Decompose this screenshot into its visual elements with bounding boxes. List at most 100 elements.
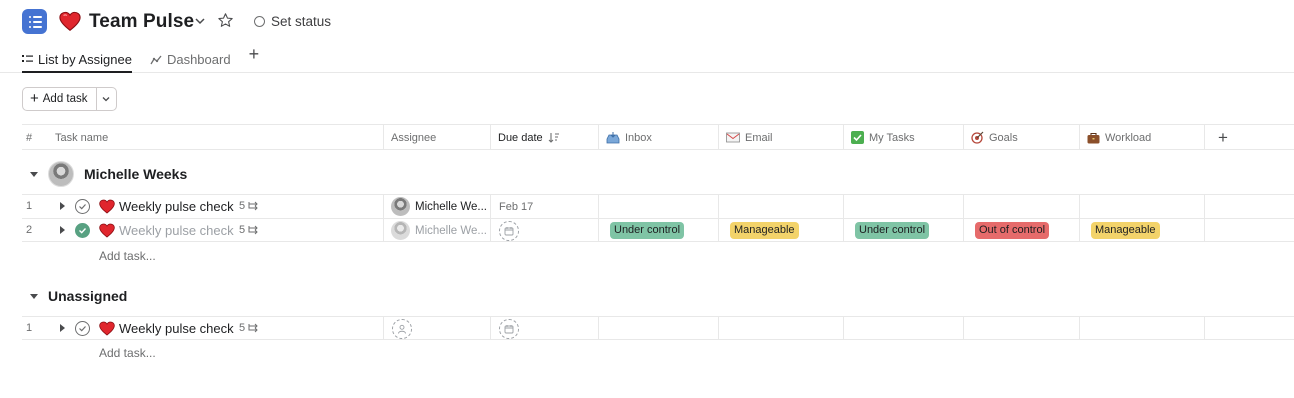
column-email[interactable]: Email: [718, 125, 843, 150]
subtask-icon: [248, 201, 258, 211]
expand-caret-icon[interactable]: [60, 324, 65, 332]
task-name[interactable]: Weekly pulse check: [119, 223, 234, 238]
calendar-icon[interactable]: [499, 318, 519, 339]
column-goals[interactable]: Goals: [963, 125, 1079, 150]
project-header: Team Pulse Set status List by Assignee D…: [0, 0, 1294, 73]
row-number: 2: [26, 224, 33, 236]
empty-cell: [1204, 219, 1294, 242]
column-workload-label: Workload: [1105, 131, 1152, 144]
checkmark-icon: [79, 326, 86, 332]
workload-cell[interactable]: [1079, 317, 1204, 340]
column-goals-label: Goals: [989, 131, 1018, 144]
tab-dashboard[interactable]: Dashboard: [150, 45, 231, 72]
expand-caret-icon[interactable]: [60, 202, 65, 210]
column-assignee[interactable]: Assignee: [383, 125, 490, 150]
my-tasks-cell[interactable]: Under control: [843, 219, 963, 242]
expand-caret-icon[interactable]: [60, 226, 65, 234]
add-tab-plus-icon[interactable]: +: [249, 45, 260, 63]
caret-down-icon[interactable]: [30, 171, 38, 177]
tab-list-by-assignee[interactable]: List by Assignee: [22, 45, 132, 73]
chevron-down-icon[interactable]: [193, 14, 207, 28]
workload-cell[interactable]: Manageable: [1079, 219, 1204, 242]
heart-icon: [99, 321, 115, 336]
set-status-button[interactable]: Set status: [254, 14, 331, 29]
email-cell[interactable]: [718, 317, 843, 340]
my-tasks-cell[interactable]: [843, 317, 963, 340]
add-task-button[interactable]: + Add task: [23, 88, 97, 110]
assignee-cell[interactable]: Michelle We...: [383, 219, 490, 242]
unassigned-person-icon[interactable]: [392, 318, 412, 339]
goals-cell[interactable]: [963, 195, 1079, 218]
table-row[interactable]: 1 Weekly pulse check 5: [22, 316, 1294, 340]
due-date-cell[interactable]: Feb 17: [490, 195, 598, 218]
inbox-cell[interactable]: [598, 195, 718, 218]
column-due-date[interactable]: Due date: [490, 125, 598, 150]
column-number: #: [22, 125, 48, 150]
email-cell[interactable]: [718, 195, 843, 218]
avatar: [48, 161, 74, 187]
checkmark-icon: [79, 228, 87, 234]
subtask-count[interactable]: 5: [239, 224, 260, 236]
goals-cell[interactable]: Out of control: [963, 219, 1079, 242]
complete-checkbox[interactable]: [75, 199, 90, 214]
complete-checkbox[interactable]: [75, 223, 90, 238]
table-row[interactable]: 2 Weekly pulse check 5 Michelle We... Un…: [22, 218, 1294, 242]
inbox-cell[interactable]: [598, 317, 718, 340]
caret-down-icon[interactable]: [30, 293, 38, 299]
complete-checkbox[interactable]: [75, 321, 90, 336]
due-date-cell[interactable]: [490, 317, 598, 340]
project-title[interactable]: Team Pulse: [89, 11, 194, 33]
workload-cell[interactable]: [1079, 195, 1204, 218]
status-pill: Manageable: [730, 222, 799, 239]
column-workload[interactable]: Workload: [1079, 125, 1204, 150]
inbox-cell[interactable]: Under control: [598, 219, 718, 242]
heart-icon: [59, 11, 81, 31]
column-my-tasks[interactable]: My Tasks: [843, 125, 963, 150]
add-task-label: Add task: [42, 93, 88, 105]
subtask-count[interactable]: 5: [239, 322, 260, 334]
add-task-link[interactable]: Add task...: [99, 346, 156, 360]
empty-cell: [1204, 317, 1294, 340]
heart-icon: [99, 199, 115, 214]
column-task-name[interactable]: Task name: [48, 125, 383, 150]
assignee-cell[interactable]: [383, 317, 490, 340]
status-circle-icon: [254, 16, 265, 27]
section-title: Unassigned: [48, 288, 128, 304]
table-row[interactable]: 1 Weekly pulse check 5 Michelle We... Fe…: [22, 194, 1294, 218]
assignee-cell[interactable]: Michelle We...: [383, 195, 490, 218]
add-column-plus-icon[interactable]: +: [1218, 128, 1228, 148]
subtask-count[interactable]: 5: [239, 200, 260, 212]
column-inbox-label: Inbox: [625, 131, 652, 144]
section-header-michelle-weeks[interactable]: Michelle Weeks: [22, 154, 187, 194]
task-name[interactable]: Weekly pulse check: [119, 199, 234, 214]
add-task-link[interactable]: Add task...: [99, 249, 156, 263]
goal-target-icon: [971, 131, 984, 144]
empty-cell: [1204, 195, 1294, 218]
my-tasks-cell[interactable]: [843, 195, 963, 218]
task-name[interactable]: Weekly pulse check: [119, 321, 234, 336]
dashboard-icon: [150, 55, 162, 64]
subtask-count-value: 5: [239, 224, 246, 236]
column-task-name-label: Task name: [55, 131, 109, 144]
email-cell[interactable]: Manageable: [718, 219, 843, 242]
add-task-dropdown[interactable]: [97, 88, 116, 110]
check-box-icon: [851, 131, 864, 144]
status-pill: Manageable: [1091, 222, 1160, 239]
status-pill: Under control: [610, 222, 685, 239]
briefcase-icon: [1087, 132, 1100, 143]
due-date-cell[interactable]: [490, 219, 598, 242]
column-number-label: #: [26, 131, 33, 144]
list-project-icon[interactable]: [22, 9, 47, 34]
sort-descending-icon[interactable]: [548, 132, 560, 144]
calendar-icon[interactable]: [499, 220, 519, 241]
row-number: 1: [26, 322, 33, 334]
star-icon[interactable]: [217, 12, 234, 29]
column-assignee-label: Assignee: [391, 131, 437, 144]
column-inbox[interactable]: Inbox: [598, 125, 718, 150]
assignee-name: Michelle We...: [415, 200, 488, 213]
goals-cell[interactable]: [963, 317, 1079, 340]
section-header-unassigned[interactable]: Unassigned: [22, 276, 127, 316]
column-email-label: Email: [745, 131, 773, 144]
status-pill: Out of control: [975, 222, 1050, 239]
tab-label: Dashboard: [166, 52, 231, 67]
